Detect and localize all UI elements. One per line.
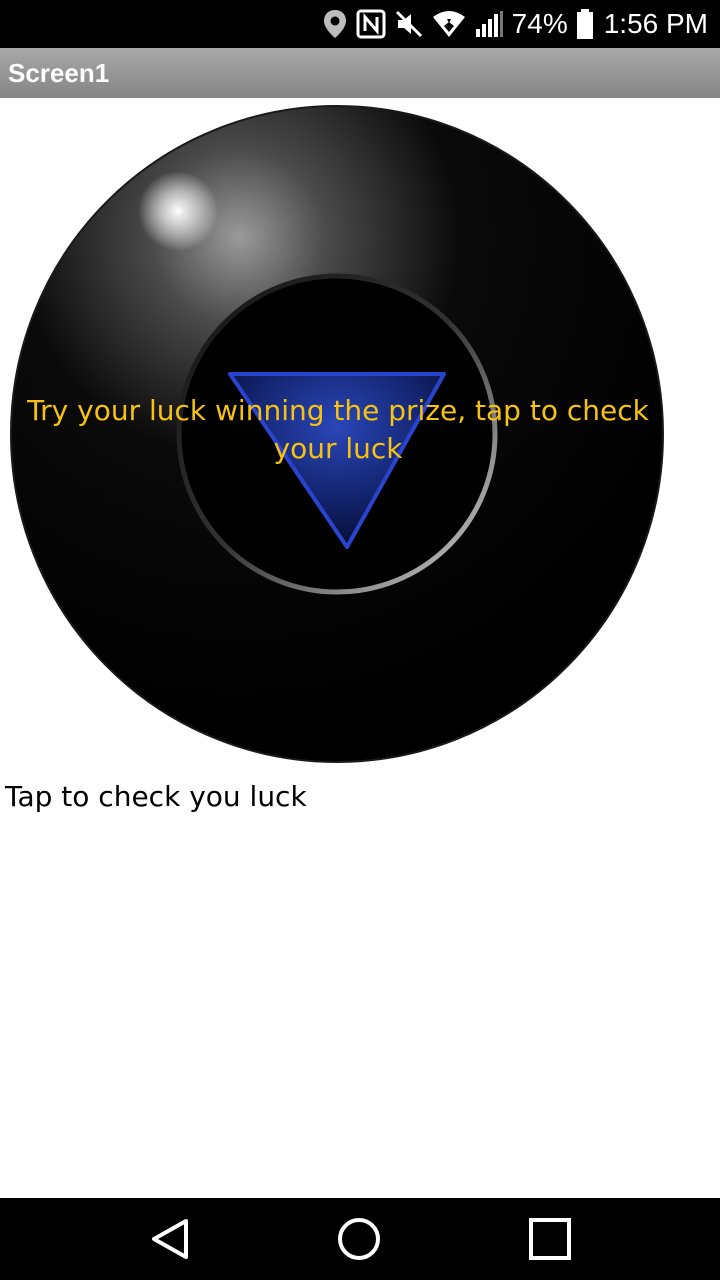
home-button[interactable] [334,1214,384,1264]
hint-label: Tap to check you luck [5,780,307,813]
clock: 1:56 PM [603,8,708,39]
magic-ball-button[interactable] [10,104,664,764]
nfc-icon [356,9,386,39]
location-icon [322,8,348,40]
battery-icon [576,8,594,40]
recents-button[interactable] [525,1214,575,1264]
home-icon [338,1218,380,1260]
app-title: Screen1 [8,57,110,88]
battery-percent: 74% [511,8,568,39]
wifi-icon [432,9,466,39]
status-icons: 74% 1:56 PM [322,0,708,48]
status-bar: 74% 1:56 PM [0,0,720,48]
magic-ball-image [10,105,664,763]
signal-icon [474,9,504,39]
back-icon [152,1219,188,1259]
navigation-bar [0,1198,720,1280]
app-title-bar: Screen1 [0,48,720,98]
mute-icon [394,9,424,39]
recents-icon [529,1218,571,1260]
ball-highlight [138,171,218,251]
back-button[interactable] [145,1214,195,1264]
